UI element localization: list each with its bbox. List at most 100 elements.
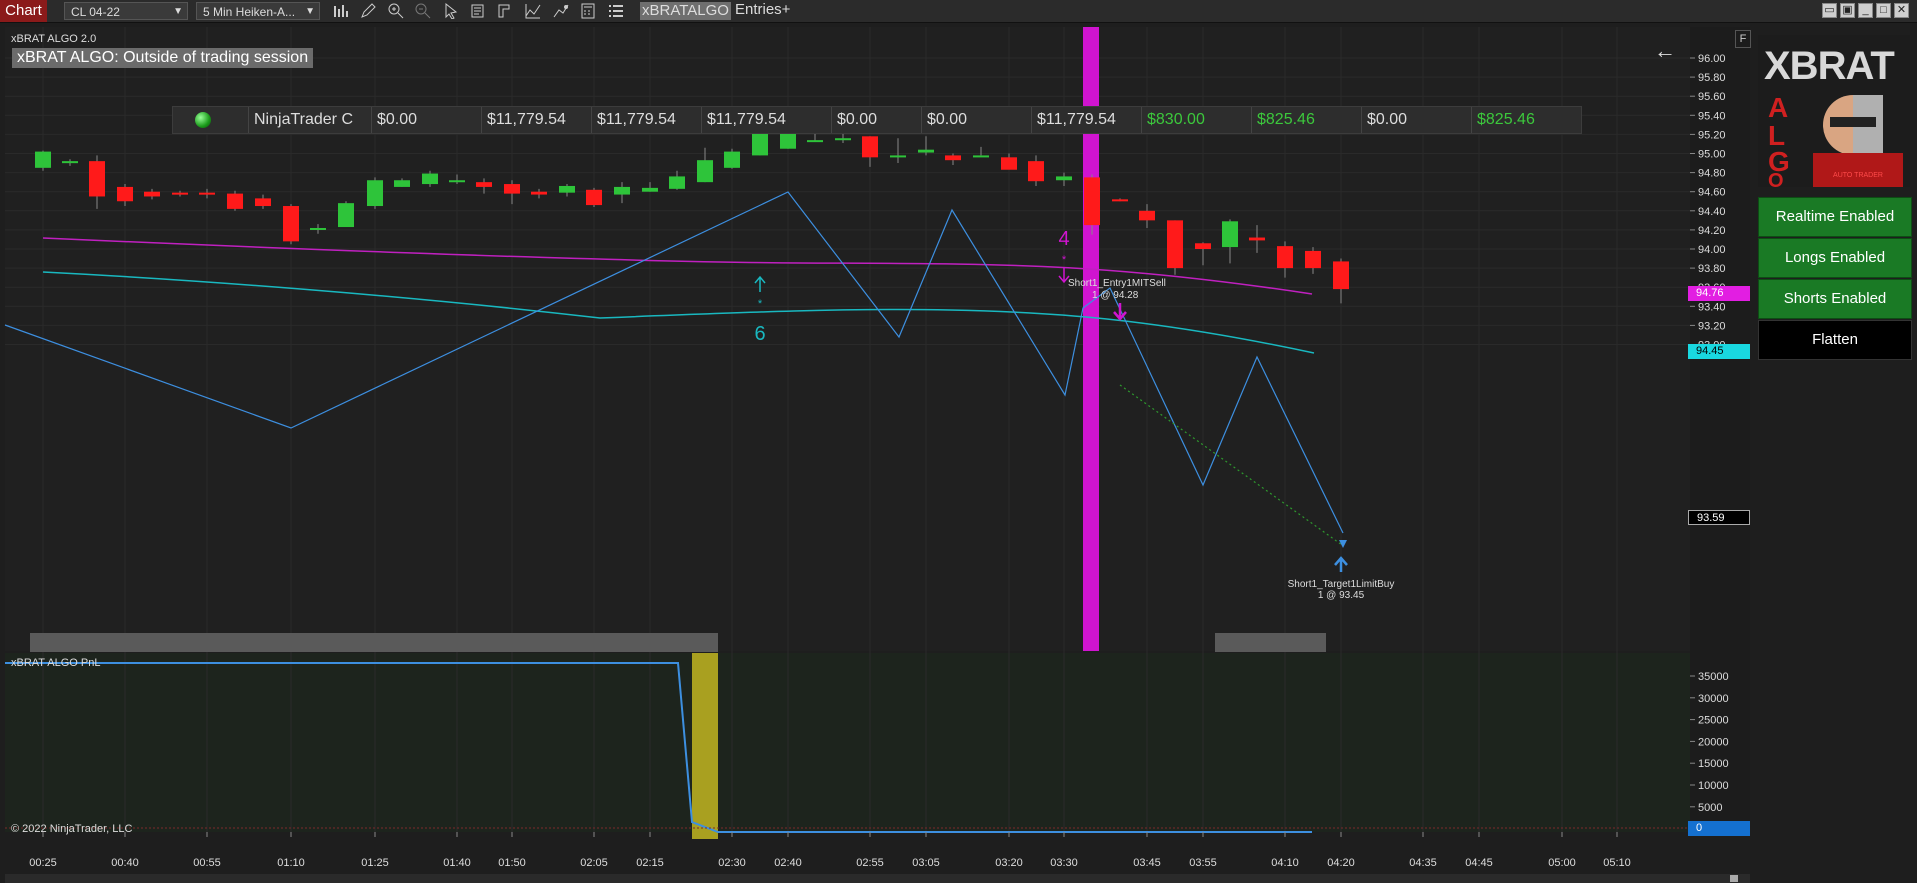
y-axis-label: 94.60 bbox=[1698, 187, 1726, 199]
candle bbox=[117, 184, 133, 207]
entry-label-name: Short1_Entry1MITSell bbox=[1068, 278, 1166, 289]
candle bbox=[199, 188, 215, 199]
candle bbox=[283, 204, 299, 245]
long-signal-count: 6 bbox=[754, 323, 765, 345]
back-arrow-icon[interactable]: ← bbox=[1654, 38, 1676, 64]
shorts-enabled-button[interactable]: Shorts Enabled bbox=[1758, 279, 1912, 319]
pnl-title: xBRAT ALGO PnL bbox=[11, 657, 101, 669]
pnl-axis-label: 30000 bbox=[1698, 693, 1729, 705]
session-shade-right bbox=[1215, 633, 1326, 652]
y-axis-label: 96.00 bbox=[1698, 53, 1726, 65]
account-value: $0.00 bbox=[831, 107, 877, 133]
x-axis-label: 02:55 bbox=[856, 857, 884, 869]
longs-enabled-button[interactable]: Longs Enabled bbox=[1758, 238, 1912, 278]
account-value: $830.00 bbox=[1141, 107, 1205, 133]
horizontal-scrollbar[interactable] bbox=[5, 874, 1750, 883]
pnl-axis-label: 15000 bbox=[1698, 758, 1729, 770]
candle bbox=[1305, 247, 1321, 274]
svg-text:XBRAT: XBRAT bbox=[1764, 44, 1894, 88]
pnl-axis-label: 35000 bbox=[1698, 671, 1729, 683]
realtime-enabled-button[interactable]: Realtime Enabled bbox=[1758, 197, 1912, 237]
indicator-title: xBRAT ALGO 2.0 bbox=[11, 33, 97, 45]
y-axis-label: 93.20 bbox=[1698, 320, 1726, 332]
candle bbox=[1139, 204, 1155, 228]
x-axis-label: 05:10 bbox=[1603, 857, 1631, 869]
candle bbox=[586, 187, 602, 207]
candle bbox=[1333, 258, 1349, 304]
target-label-name: Short1_Target1LimitBuy bbox=[1288, 579, 1395, 590]
candle bbox=[697, 147, 713, 183]
candle bbox=[642, 182, 658, 192]
candle bbox=[559, 184, 575, 197]
target-label-price: 1 @ 93.45 bbox=[1318, 590, 1365, 601]
candle bbox=[669, 170, 685, 190]
short-signal-count: 4 bbox=[1058, 228, 1069, 250]
candle bbox=[1222, 219, 1238, 264]
candle bbox=[1001, 153, 1017, 170]
candle bbox=[945, 153, 961, 165]
account-value: $11,779.54 bbox=[481, 107, 566, 133]
candle bbox=[1028, 155, 1044, 186]
account-value: $11,779.54 bbox=[1031, 107, 1116, 133]
x-axis-label: 00:25 bbox=[29, 857, 57, 869]
candle bbox=[35, 150, 51, 171]
candle bbox=[227, 190, 243, 211]
pnl-zero-tag: 0 bbox=[1688, 821, 1750, 836]
scrollbar-thumb[interactable] bbox=[1730, 875, 1738, 882]
y-axis-label: 95.20 bbox=[1698, 129, 1726, 141]
svg-text:A: A bbox=[1768, 92, 1788, 123]
target-up-arrow bbox=[1334, 556, 1348, 572]
entry-down-arrow bbox=[1113, 303, 1127, 321]
flatten-button[interactable]: Flatten bbox=[1758, 320, 1912, 360]
x-axis-label: 02:40 bbox=[774, 857, 802, 869]
candle bbox=[724, 148, 740, 169]
account-value: $825.46 bbox=[1471, 107, 1535, 133]
y-axis-label: 94.40 bbox=[1698, 206, 1726, 218]
candle bbox=[890, 138, 906, 164]
candle bbox=[918, 136, 934, 156]
session-status-banner: xBRAT ALGO: Outside of trading session bbox=[12, 48, 314, 68]
session-shade-left bbox=[30, 633, 718, 652]
y-axis-label: 93.80 bbox=[1698, 263, 1726, 275]
pnl-axis-label: 20000 bbox=[1698, 736, 1729, 748]
x-axis-label: 02:30 bbox=[718, 857, 746, 869]
candle bbox=[367, 177, 383, 209]
zigzag-line bbox=[4, 191, 1344, 534]
x-axis-label: 03:20 bbox=[995, 857, 1023, 869]
account-value: $825.46 bbox=[1251, 107, 1315, 133]
last-price-tag: 93.59 bbox=[1688, 510, 1750, 525]
y-axis-label: 94.80 bbox=[1698, 168, 1726, 180]
pnl-axis-label: 10000 bbox=[1698, 780, 1729, 792]
account-performance-bar: NinjaTrader C $0.00 $11,779.54 $11,779.54 $… bbox=[172, 106, 1582, 134]
trade-connector-line bbox=[1119, 384, 1343, 546]
candle bbox=[531, 188, 547, 199]
account-value: $11,779.54 bbox=[591, 107, 676, 133]
candle bbox=[144, 188, 160, 200]
connection-status-icon bbox=[195, 112, 211, 128]
candle bbox=[62, 159, 78, 166]
x-axis-label: 00:55 bbox=[193, 857, 221, 869]
long-signal-marker: * bbox=[754, 275, 766, 310]
logo-subtitle: AUTO TRADER bbox=[1833, 172, 1883, 179]
x-axis-label: 04:45 bbox=[1465, 857, 1493, 869]
upper-ma-price-tag: 94.76 bbox=[1688, 286, 1750, 301]
pnl-axis-label: 5000 bbox=[1698, 802, 1722, 814]
candle bbox=[1167, 220, 1183, 275]
logo-graphic: XBRAT A L G O AUTO TRADER bbox=[1758, 35, 1910, 192]
x-axis-label: 04:10 bbox=[1271, 857, 1299, 869]
x-axis-label: 03:30 bbox=[1050, 857, 1078, 869]
y-axis-label: 93.40 bbox=[1698, 301, 1726, 313]
candle bbox=[614, 182, 630, 204]
account-value: $0.00 bbox=[1361, 107, 1407, 133]
candle bbox=[310, 224, 326, 234]
svg-text:*: * bbox=[758, 298, 763, 310]
x-axis-label: 01:50 bbox=[498, 857, 526, 869]
candle bbox=[973, 146, 989, 158]
copyright-text: © 2022 NinjaTrader, LLC bbox=[11, 823, 133, 835]
y-axis-label: 94.00 bbox=[1698, 244, 1726, 256]
f-button[interactable]: F bbox=[1735, 30, 1751, 48]
y-axis-label: 95.00 bbox=[1698, 149, 1726, 161]
candle bbox=[504, 180, 520, 205]
y-axis-label: 95.60 bbox=[1698, 91, 1726, 103]
pnl-axis-label: 25000 bbox=[1698, 715, 1729, 727]
